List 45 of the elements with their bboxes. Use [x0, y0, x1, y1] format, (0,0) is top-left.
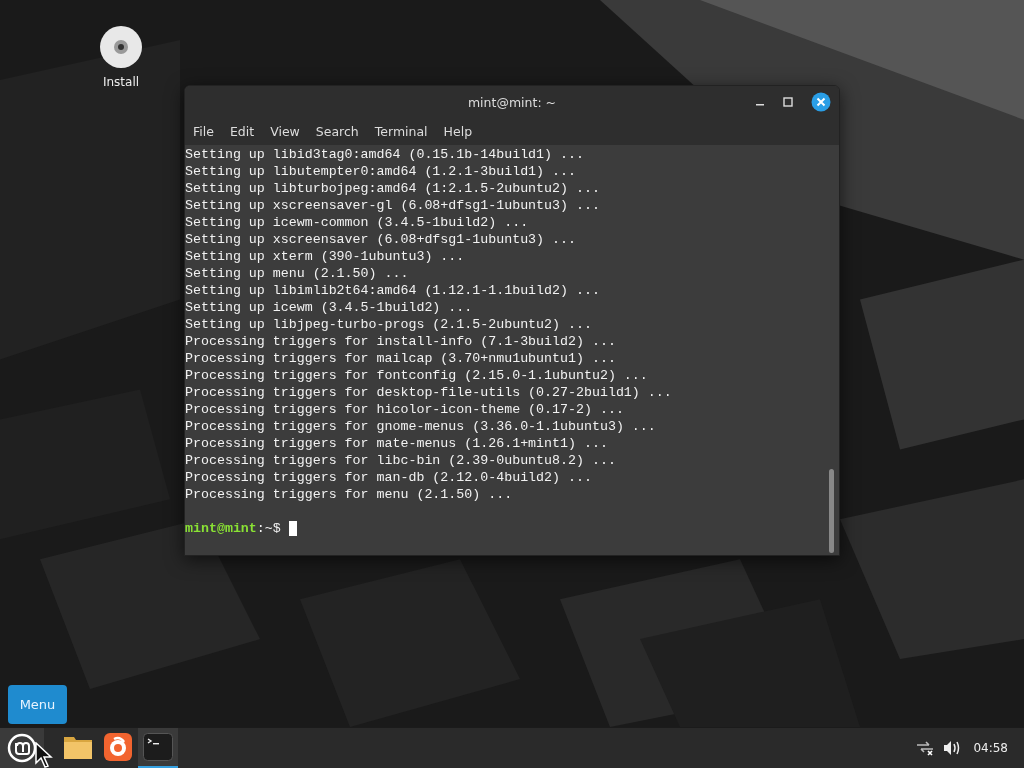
- folder-icon: [63, 734, 93, 760]
- disc-icon[interactable]: [99, 25, 143, 69]
- close-icon[interactable]: [811, 92, 831, 112]
- window-title: mint@mint: ~: [467, 94, 557, 110]
- terminal-line: Setting up xterm (390-1ubuntu3) ...: [185, 248, 466, 265]
- terminal-line: Setting up libutempter0:amd64 (1.2.1-3build1) ...: [185, 163, 577, 180]
- menu-item[interactable]: Search: [307, 124, 367, 139]
- terminal-line: Processing triggers for gnome-menus (3.36.0-1.1ubuntu3) ...: [185, 418, 657, 435]
- terminal-line: Setting up menu (2.1.50) ...: [185, 265, 410, 282]
- terminal-line: Setting up xscreensaver (6.08+dfsg1-1ubuntu3) ...: [185, 231, 577, 248]
- menu-item[interactable]: Help: [435, 124, 481, 139]
- terminal-line: Setting up libimlib2t64:amd64 (1.12.1-1.1build2) ...: [185, 282, 601, 299]
- maximize-icon[interactable]: [783, 97, 793, 107]
- terminal-line: Processing triggers for install-info (7.1-3build2) ...: [185, 333, 617, 350]
- clock[interactable]: 04:58: [973, 741, 1008, 755]
- prompt-user-host: mint@mint: [185, 520, 257, 537]
- taskbar-launcher[interactable]: [138, 728, 178, 768]
- terminal-line: Processing triggers for hicolor-icon-theme (0.17-2) ...: [185, 401, 625, 418]
- desktop-icon-label[interactable]: Install: [102, 75, 140, 89]
- terminal-line: Processing triggers for libc-bin (2.39-0ubuntu8.2) ...: [185, 452, 617, 469]
- terminal-icon: [143, 733, 173, 761]
- terminal-line: Processing triggers for mate-menus (1.26.1+mint1) ...: [185, 435, 609, 452]
- network-disconnected-icon[interactable]: [915, 740, 936, 756]
- terminal-line: Processing triggers for man-db (2.12.0-4build2) ...: [185, 469, 593, 486]
- scrollbar-thumb[interactable]: [829, 469, 834, 553]
- menu-item[interactable]: View: [262, 124, 308, 139]
- terminal-line: Setting up icewm-common (3.4.5-1build2) ...: [185, 214, 530, 231]
- terminal-line: Setting up libjpeg-turbo-progs (2.1.5-2ubuntu2) ...: [185, 316, 593, 333]
- terminal-line: Setting up xscreensaver-gl (6.08+dfsg1-1ubuntu3) ...: [185, 197, 601, 214]
- start-button[interactable]: [0, 728, 44, 768]
- menu-item[interactable]: Edit: [221, 124, 263, 139]
- menu-item[interactable]: Terminal: [366, 124, 436, 139]
- text-cursor: [288, 521, 297, 536]
- tooltip: Menu: [8, 685, 67, 724]
- mint-logo-icon: [7, 733, 37, 763]
- prompt-path: :~$: [256, 520, 281, 537]
- terminal-line: Processing triggers for menu (2.1.50) ...: [185, 486, 514, 503]
- terminal-line: Setting up icewm (3.4.5-1build2) ...: [185, 299, 474, 316]
- terminal-line: Processing triggers for mailcap (3.70+nmu1ubuntu1) ...: [185, 350, 617, 367]
- volume-icon[interactable]: [943, 740, 962, 756]
- menu-item[interactable]: File: [185, 124, 222, 139]
- terminal-line: Setting up libid3tag0:amd64 (0.15.1b-14build1) ...: [185, 146, 585, 163]
- terminal-line: Processing triggers for desktop-file-utils (0.27-2build1) ...: [185, 384, 673, 401]
- terminal-line: Setting up libturbojpeg:amd64 (1:2.1.5-2ubuntu2) ...: [185, 180, 601, 197]
- terminal-line: Processing triggers for fontconfig (2.15.0-1.1ubuntu2) ...: [185, 367, 649, 384]
